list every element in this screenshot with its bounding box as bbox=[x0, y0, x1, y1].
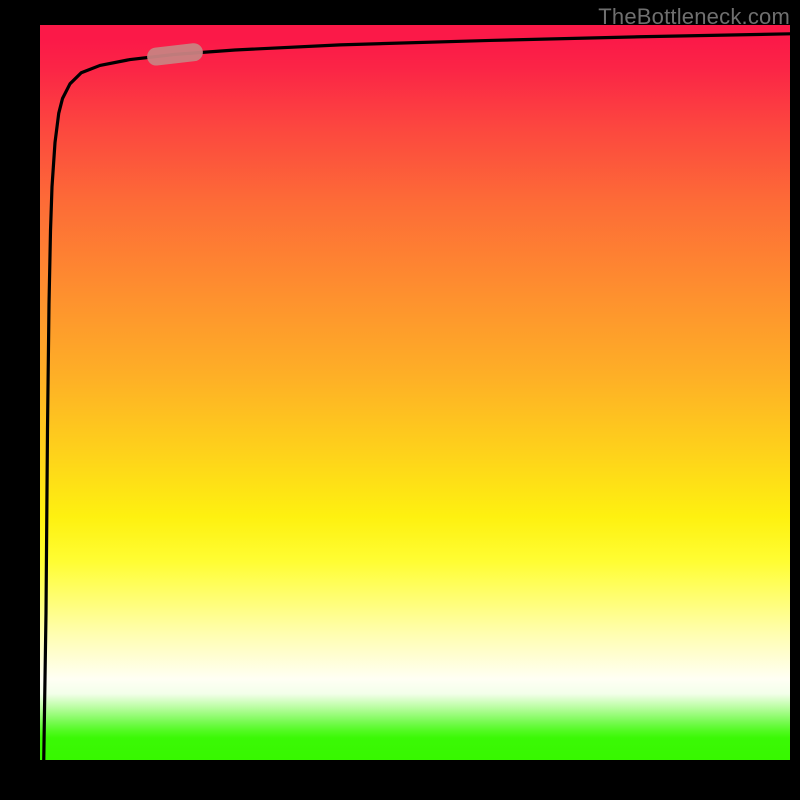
chart-container: TheBottleneck.com bbox=[0, 0, 800, 800]
chart-background-gradient bbox=[40, 25, 790, 760]
plot-area bbox=[40, 25, 790, 760]
watermark-text: TheBottleneck.com bbox=[598, 4, 790, 30]
